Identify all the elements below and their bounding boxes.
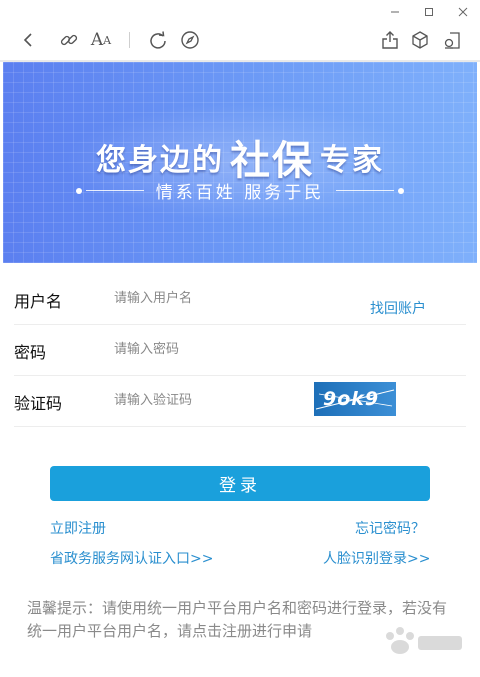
minimize-icon[interactable] bbox=[378, 0, 412, 24]
subtitle-line-left bbox=[85, 190, 144, 191]
cube-icon[interactable] bbox=[408, 28, 432, 52]
back-icon[interactable] bbox=[17, 28, 41, 52]
username-label: 用户名 bbox=[14, 292, 63, 311]
share-icon[interactable] bbox=[378, 28, 402, 52]
close-icon[interactable] bbox=[446, 0, 480, 24]
subtitle-text: 情系百姓 服务于民 bbox=[155, 183, 325, 203]
face-login-link[interactable]: 人脸识别登录>> bbox=[323, 548, 430, 568]
maximize-icon[interactable] bbox=[412, 0, 446, 24]
toolbar-divider bbox=[129, 32, 130, 48]
username-input[interactable] bbox=[114, 286, 304, 310]
compass-icon[interactable] bbox=[178, 28, 202, 52]
watermark-logo bbox=[386, 627, 462, 654]
captcha-input[interactable] bbox=[114, 388, 304, 412]
register-link[interactable]: 立即注册 bbox=[50, 518, 106, 538]
banner-subtitle: 情系百姓 服务于民 bbox=[3, 178, 477, 203]
password-label: 密码 bbox=[14, 343, 47, 362]
subtitle-line-right bbox=[336, 190, 395, 191]
captcha-label: 验证码 bbox=[14, 394, 63, 413]
gov-entry-link[interactable]: 省政务服务网认证入口>> bbox=[50, 548, 213, 568]
subtitle-dot-right bbox=[398, 187, 405, 194]
password-input[interactable] bbox=[114, 337, 304, 361]
link-icon[interactable] bbox=[57, 28, 81, 52]
subtitle-dot-left bbox=[75, 187, 82, 194]
refresh-icon[interactable] bbox=[146, 28, 170, 52]
login-button[interactable]: 登录 bbox=[50, 466, 430, 501]
captcha-row: 验证码 bbox=[14, 376, 466, 427]
captcha-noise bbox=[315, 389, 395, 410]
exit-icon[interactable] bbox=[440, 28, 464, 52]
forgot-password-link[interactable]: 忘记密码？ bbox=[355, 518, 425, 538]
banner: 您身边的 社保 专家 情系百姓 服务于民 bbox=[3, 62, 477, 263]
font-size-icon[interactable]: AA bbox=[89, 28, 113, 52]
password-row: 密码 bbox=[14, 325, 466, 376]
slogan-prefix: 您身边的 bbox=[96, 143, 224, 178]
window-controls bbox=[378, 0, 480, 24]
slogan-suffix: 专家 bbox=[320, 143, 384, 178]
captcha-image[interactable]: 9ok9 bbox=[314, 382, 396, 416]
find-account-link[interactable]: 找回账户 bbox=[370, 298, 426, 318]
